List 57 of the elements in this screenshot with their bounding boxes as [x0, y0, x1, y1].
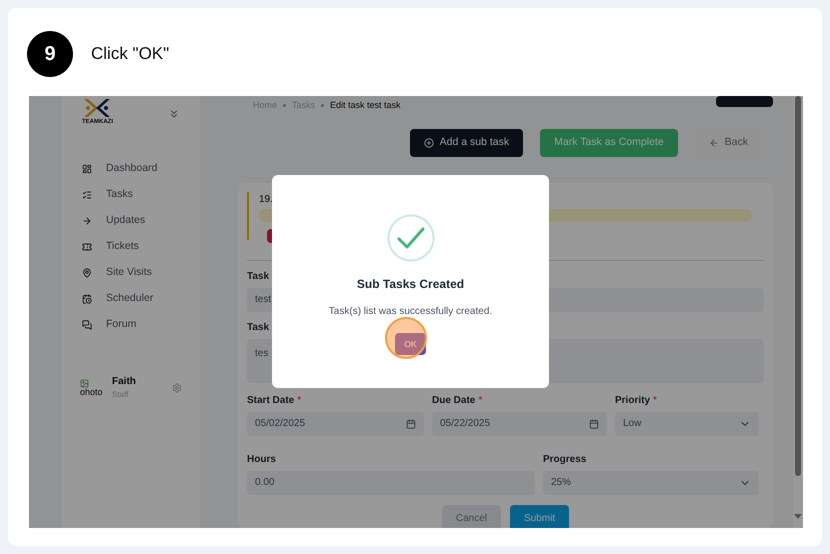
calendar-icon	[589, 418, 599, 428]
breadcrumb-item: Edit task test task	[330, 99, 401, 112]
date-field[interactable]: 05/22/2025	[432, 412, 607, 436]
map-pin-icon	[82, 268, 92, 278]
input-field[interactable]: 0.00	[247, 470, 535, 494]
chat-icon	[82, 320, 92, 330]
logo-icon	[82, 98, 112, 118]
nav-item[interactable]: Scheduler	[82, 290, 200, 308]
dashboard-icon	[82, 164, 92, 174]
click-highlight	[385, 317, 427, 359]
collapse-icon[interactable]	[168, 108, 180, 120]
required-mark: *	[478, 394, 482, 408]
field-label: Hours	[247, 452, 276, 466]
image-icon	[80, 378, 89, 388]
nav-item[interactable]: Tasks	[82, 186, 200, 204]
plus-icon	[424, 138, 434, 148]
step-number: 9	[27, 31, 73, 77]
field-label: Priority	[615, 394, 650, 408]
calendar-icon	[406, 418, 416, 428]
checklist-icon	[82, 190, 92, 200]
required-mark: *	[297, 394, 302, 408]
user-role: Staff	[112, 389, 130, 401]
settings-icon[interactable]	[172, 382, 182, 392]
check-circle-icon	[386, 214, 434, 262]
calendar-clock-icon	[82, 294, 92, 304]
form-button[interactable]: Cancel	[442, 504, 501, 528]
dialog-message: Task(s) list was successfully created.	[328, 305, 492, 319]
user-name: Faith	[112, 375, 137, 389]
action-button[interactable]: Mark Task as Complete	[540, 128, 678, 156]
task-number: 19.	[259, 192, 274, 206]
breadcrumb-separator	[321, 104, 324, 108]
field-label: Due Date	[432, 394, 476, 408]
date-field[interactable]: 05/02/2025	[247, 412, 424, 436]
step-instruction: Click "OK"	[91, 43, 170, 66]
required-mark: *	[653, 394, 657, 408]
select-field[interactable]: Low	[615, 412, 759, 436]
field-label: Task	[247, 320, 270, 334]
arrow-icon	[82, 216, 92, 226]
nav-item[interactable]: Tickets	[82, 238, 200, 256]
nav-item[interactable]: Dashboard	[82, 160, 200, 178]
form-button[interactable]: Submit	[510, 504, 570, 528]
arrow-left-icon	[708, 138, 719, 148]
field-label: Start Date	[247, 394, 294, 408]
select-field[interactable]: 25%	[543, 470, 759, 494]
field-label: Task	[247, 270, 270, 284]
broken-avatar: ohoto	[80, 378, 110, 396]
nav-item[interactable]: Forum	[82, 316, 200, 334]
nav-item[interactable]: Updates	[82, 212, 200, 230]
breadcrumb-separator	[283, 104, 286, 108]
action-button[interactable]: Add a sub task	[410, 128, 524, 156]
scrollbar[interactable]	[793, 96, 803, 528]
ticket-icon	[82, 242, 92, 252]
ok-button[interactable]: OK	[395, 333, 426, 355]
field-label: Progress	[543, 452, 586, 466]
add-task-button[interactable]	[716, 96, 773, 107]
dialog-title: Sub Tasks Created	[356, 276, 464, 293]
nav-item[interactable]: Site Visits	[82, 264, 200, 282]
